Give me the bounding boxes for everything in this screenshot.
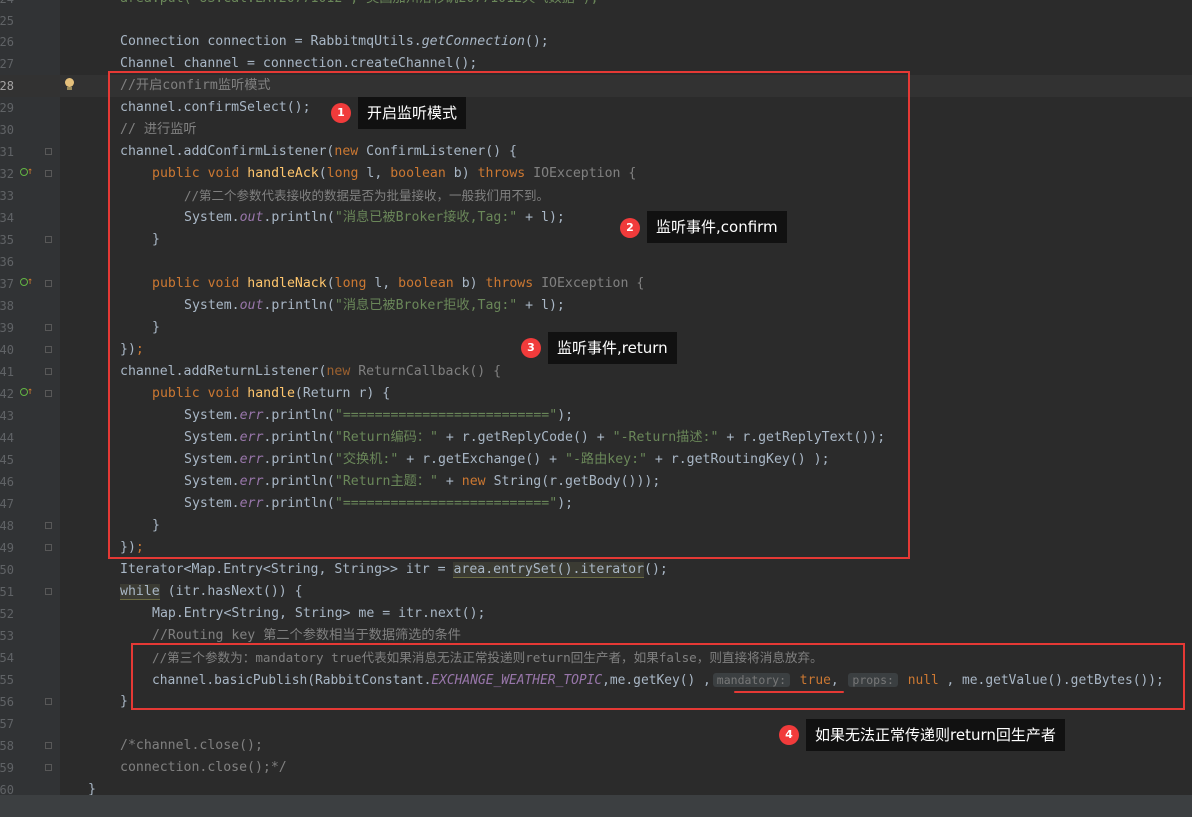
implements-method-icon[interactable]: ↑ [18, 276, 33, 290]
implements-method-icon[interactable]: ↑ [18, 386, 33, 400]
code-line[interactable]: 50 Iterator<Map.Entry<String, String>> i… [0, 559, 1192, 581]
fold-toggle-icon[interactable] [45, 346, 52, 353]
line-number: 37 [0, 277, 14, 291]
lightbulb-icon[interactable] [64, 78, 74, 91]
annotation-label-3: 监听事件,return [548, 332, 677, 364]
annotation-badge-2: 2 [620, 218, 640, 238]
line-number: 32 [0, 167, 14, 181]
code-line[interactable]: 24 area.put("US:Cal:LA:20771012","美国加州洛杉… [0, 0, 1192, 10]
code-line[interactable]: 60 } [0, 779, 1192, 795]
line-number: 43 [0, 409, 14, 423]
line-number: 59 [0, 761, 14, 775]
line-number: 45 [0, 453, 14, 467]
line-number: 56 [0, 695, 14, 709]
code-text: area.put("US:Cal:LA:20771012","美国加州洛杉矶20… [120, 0, 599, 10]
fold-toggle-icon[interactable] [45, 390, 52, 397]
line-number: 48 [0, 519, 14, 533]
line-number: 40 [0, 343, 14, 357]
code-text: Map.Entry<String, String> me = itr.next(… [152, 606, 486, 621]
fold-toggle-icon[interactable] [45, 544, 52, 551]
fold-toggle-icon[interactable] [45, 522, 52, 529]
line-number: 35 [0, 233, 14, 247]
fold-toggle-icon[interactable] [45, 324, 52, 331]
fold-toggle-icon[interactable] [45, 368, 52, 375]
line-number: 38 [0, 299, 14, 313]
line-number: 34 [0, 211, 14, 225]
fold-toggle-icon[interactable] [45, 170, 52, 177]
fold-toggle-icon[interactable] [45, 280, 52, 287]
line-number: 27 [0, 57, 14, 71]
line-number: 54 [0, 651, 14, 665]
line-number: 44 [0, 431, 14, 445]
line-number: 31 [0, 145, 14, 159]
line-number: 52 [0, 607, 14, 621]
line-number: 25 [0, 14, 14, 28]
status-bar [0, 795, 1192, 817]
line-number: 47 [0, 497, 14, 511]
annotation-box-publish [131, 643, 1185, 710]
code-line[interactable]: 52 Map.Entry<String, String> me = itr.ne… [0, 603, 1192, 625]
fold-toggle-icon[interactable] [45, 588, 52, 595]
code-line[interactable]: 51 while (itr.hasNext()) { [0, 581, 1192, 603]
annotation-badge-1: 1 [331, 103, 351, 123]
annotation-label-4: 如果无法正常传递则return回生产者 [806, 719, 1065, 751]
code-line[interactable]: 59 connection.close();*/ [0, 757, 1192, 779]
line-number: 53 [0, 629, 14, 643]
line-number: 51 [0, 585, 14, 599]
line-number: 42 [0, 387, 14, 401]
line-number: 58 [0, 739, 14, 753]
line-number: 46 [0, 475, 14, 489]
line-number: 26 [0, 35, 14, 49]
code-comment: connection.close();*/ [120, 760, 287, 775]
annotation-badge-3: 3 [521, 338, 541, 358]
line-number: 30 [0, 123, 14, 137]
line-number: 39 [0, 321, 14, 335]
line-number: 49 [0, 541, 14, 555]
line-number: 33 [0, 189, 14, 203]
fold-toggle-icon[interactable] [45, 236, 52, 243]
line-number: 50 [0, 563, 14, 577]
annotation-badge-4: 4 [779, 725, 799, 745]
annotation-box-listeners [108, 71, 910, 559]
code-editor[interactable]: 24 area.put("US:Cal:LA:20771012","美国加州洛杉… [0, 0, 1192, 795]
fold-toggle-icon[interactable] [45, 698, 52, 705]
annotation-underline [734, 691, 844, 693]
code-line[interactable]: 26 Connection connection = RabbitmqUtils… [0, 31, 1192, 53]
line-number: 55 [0, 673, 14, 687]
line-number: 60 [0, 783, 14, 795]
fold-toggle-icon[interactable] [45, 742, 52, 749]
implements-method-icon[interactable]: ↑ [18, 166, 33, 180]
line-number: 28 [0, 79, 14, 93]
code-text: while (itr.hasNext()) { [120, 584, 303, 600]
annotation-label-1: 开启监听模式 [358, 97, 467, 129]
line-number: 24 [0, 0, 14, 10]
line-number: 36 [0, 255, 14, 269]
code-text: } [88, 782, 96, 795]
fold-toggle-icon[interactable] [45, 764, 52, 771]
code-comment: /*channel.close(); [120, 738, 263, 753]
code-text: Connection connection = RabbitmqUtils.ge… [120, 34, 549, 49]
code-text: Iterator<Map.Entry<String, String>> itr … [120, 562, 668, 578]
fold-toggle-icon[interactable] [45, 148, 52, 155]
line-number: 29 [0, 101, 14, 115]
warning-highlight: area.entrySet().iterator [453, 562, 645, 578]
annotation-label-2: 监听事件,confirm [647, 211, 787, 243]
line-number: 41 [0, 365, 14, 379]
code-text: } [120, 694, 128, 709]
code-line[interactable]: 25 [0, 10, 1192, 32]
line-number: 57 [0, 717, 14, 731]
